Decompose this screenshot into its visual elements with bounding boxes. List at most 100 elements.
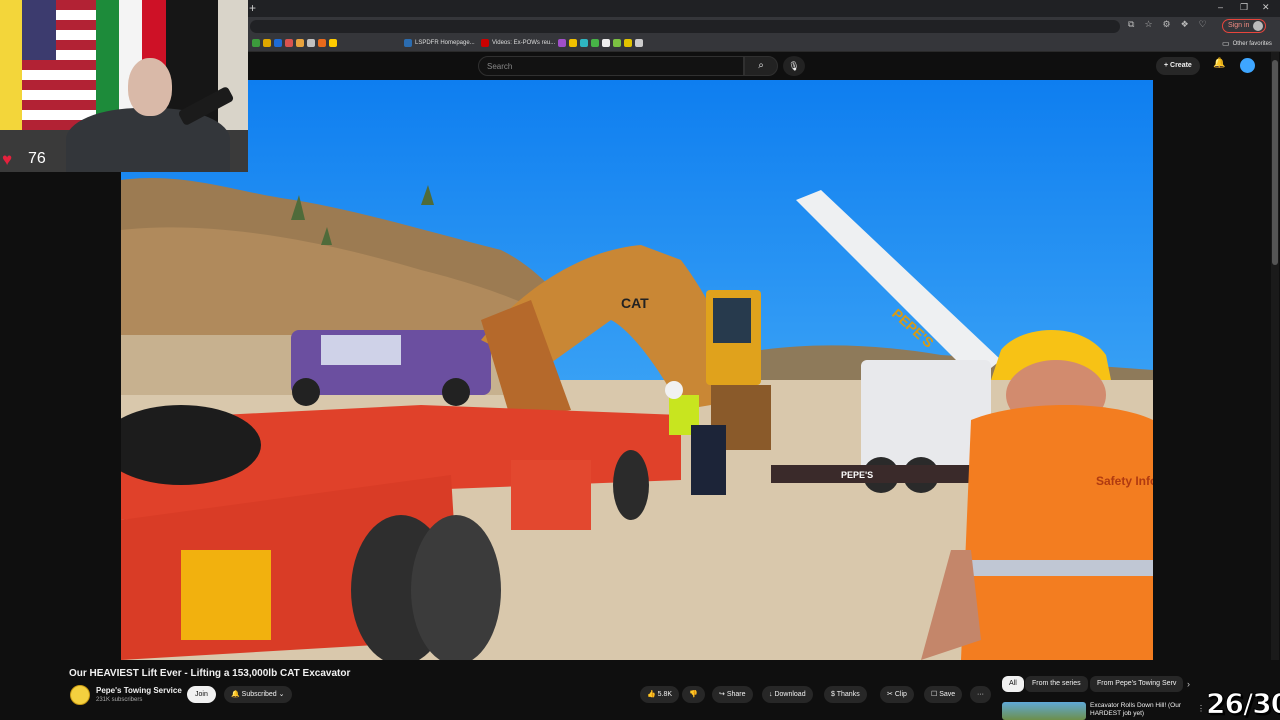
- trailer-tire: [613, 450, 649, 520]
- bookmark-icon[interactable]: [285, 39, 293, 47]
- vest-reflective-stripe: [971, 560, 1153, 576]
- account-avatar[interactable]: [1240, 58, 1255, 73]
- like-button[interactable]: 👍 5.8K: [640, 686, 680, 703]
- new-tab-button[interactable]: +: [249, 1, 256, 15]
- chip-from-the-series[interactable]: From the series: [1025, 676, 1088, 692]
- dislike-button[interactable]: 👎: [682, 686, 705, 703]
- flag-canton: [22, 0, 56, 60]
- search-input[interactable]: Search: [478, 56, 744, 76]
- heart-extension-icon[interactable]: ♡: [1199, 19, 1207, 30]
- voice-search-button[interactable]: 🎙: [783, 56, 805, 76]
- install-app-icon[interactable]: ⧉: [1128, 19, 1134, 30]
- bookmark-icon[interactable]: [580, 39, 588, 47]
- bookmark-icon[interactable]: [296, 39, 304, 47]
- yellow-reflector-panel: [181, 550, 271, 640]
- search-icon: ⌕: [758, 60, 764, 71]
- bookmark-icon[interactable]: [329, 39, 337, 47]
- thumbs-down-icon: 👎: [689, 691, 698, 698]
- other-favorites-label: Other favorites: [1232, 40, 1272, 47]
- save-playlist-icon: ☐: [931, 691, 938, 698]
- bell-icon: 🔔: [231, 691, 240, 698]
- gmail-icon[interactable]: [635, 39, 643, 47]
- video-frame-scene: CAT PEPE'S PEPE'S Safety Inf: [121, 177, 1153, 660]
- vest-text: Safety Infor t: [1096, 474, 1153, 488]
- maximize-icon[interactable]: ❐: [1240, 2, 1248, 13]
- scissors-icon: ✂: [887, 691, 893, 698]
- bookmark-label: Videos: Ex-POWs reu...: [492, 40, 556, 46]
- minimize-icon[interactable]: –: [1218, 2, 1223, 12]
- right-sidebar-dark-area: [1153, 80, 1270, 660]
- bookmark-icon[interactable]: [307, 39, 315, 47]
- share-icon: ↪: [719, 691, 725, 698]
- bookmark-favicon-icon: [404, 39, 412, 47]
- collections-icon[interactable]: ❖: [1181, 19, 1189, 30]
- bookmark-icon[interactable]: [613, 39, 621, 47]
- truck-wheel: [292, 378, 320, 406]
- bookmark-icon[interactable]: [274, 39, 282, 47]
- channel-name[interactable]: Pepe's Towing Service: [96, 686, 182, 695]
- download-label: Download: [774, 691, 806, 698]
- channel-avatar[interactable]: [70, 685, 90, 705]
- recommended-video-thumbnail[interactable]: [1002, 702, 1086, 720]
- cat-logo-text: CAT: [621, 295, 649, 311]
- favorite-star-icon[interactable]: ☆: [1144, 19, 1152, 30]
- bookmark-label: LSPDFR Homepage...: [415, 40, 475, 46]
- video-player[interactable]: CAT PEPE'S PEPE'S Safety Inf: [121, 80, 1153, 660]
- heart-rate-icon: ♥: [2, 150, 13, 169]
- bookmark-icon[interactable]: [318, 39, 326, 47]
- join-button[interactable]: Join: [187, 686, 216, 703]
- bookmark-icon[interactable]: [569, 39, 577, 47]
- download-button[interactable]: ↓ Download: [762, 686, 813, 703]
- chevron-right-icon[interactable]: ›: [1187, 679, 1190, 689]
- bookmark-favicons: [252, 39, 337, 47]
- bookmark-icon[interactable]: [558, 39, 566, 47]
- streamer-body: [66, 108, 230, 172]
- worker-pants: [691, 425, 726, 495]
- share-label: Share: [726, 691, 746, 698]
- foreman-safety-vest: [961, 405, 1153, 660]
- purple-truck-cab: [321, 335, 401, 365]
- save-button[interactable]: ☐ Save: [924, 686, 963, 703]
- share-button[interactable]: ↪ Share: [712, 686, 753, 703]
- like-count: 5.8K: [657, 691, 673, 698]
- recommended-video-title[interactable]: Excavator Rolls Down Hill! (Our HARDEST …: [1090, 702, 1186, 718]
- github-icon[interactable]: [602, 39, 610, 47]
- chevron-down-icon: ⌄: [278, 691, 285, 698]
- bookmark-icon[interactable]: [591, 39, 599, 47]
- california-flag: [218, 0, 248, 130]
- more-actions-button[interactable]: ···: [970, 686, 991, 703]
- thumbs-up-icon: 👍: [647, 691, 656, 698]
- notifications-bell-icon[interactable]: 🔔: [1213, 58, 1225, 69]
- video-title: Our HEAVIEST Lift Ever - Lifting a 153,0…: [69, 668, 351, 679]
- bookmark-icon[interactable]: [624, 39, 632, 47]
- more-icon: ···: [977, 691, 984, 698]
- bookmark-videos[interactable]: Videos: Ex-POWs reu...: [481, 39, 555, 47]
- create-button[interactable]: + Create: [1156, 57, 1200, 75]
- close-icon[interactable]: ✕: [1262, 2, 1270, 13]
- bookmark-icon[interactable]: [263, 39, 271, 47]
- american-flag: [22, 0, 96, 130]
- scrollbar-thumb[interactable]: [1272, 60, 1278, 265]
- chip-from-channel[interactable]: From Pepe's Towing Serv: [1090, 676, 1184, 692]
- folder-icon: ▭: [1222, 39, 1230, 48]
- browser-toolbar-icons: ⧉ ☆ ⚙ ❖ ♡: [1128, 19, 1207, 30]
- thanks-label: Thanks: [836, 691, 860, 698]
- other-favorites[interactable]: ▭ Other favorites: [1222, 39, 1272, 48]
- sign-in-button[interactable]: Sign in: [1222, 19, 1267, 33]
- url-omnibox[interactable]: [250, 20, 1120, 33]
- extensions-icon[interactable]: ⚙: [1163, 19, 1171, 30]
- stream-counter-overlay: 26/30: [1205, 687, 1280, 720]
- bookmark-icon[interactable]: [252, 39, 260, 47]
- bookmark-lspdfr[interactable]: LSPDFR Homepage...: [404, 39, 475, 47]
- microphone-icon: 🎙: [788, 61, 800, 71]
- thanks-button[interactable]: $ Thanks: [824, 686, 867, 703]
- truck-wheel: [442, 378, 470, 406]
- thanks-icon: $: [831, 691, 835, 698]
- recommended-more-icon[interactable]: ⋮: [1197, 704, 1205, 713]
- trailer-brand-text: PEPE'S: [841, 470, 873, 480]
- clip-button[interactable]: ✂ Clip: [880, 686, 914, 703]
- chip-all[interactable]: All: [1002, 676, 1024, 692]
- search-button[interactable]: ⌕: [744, 56, 778, 76]
- heart-rate-value: 76: [28, 150, 46, 167]
- subscribed-button[interactable]: 🔔 Subscribed ⌄: [224, 686, 292, 703]
